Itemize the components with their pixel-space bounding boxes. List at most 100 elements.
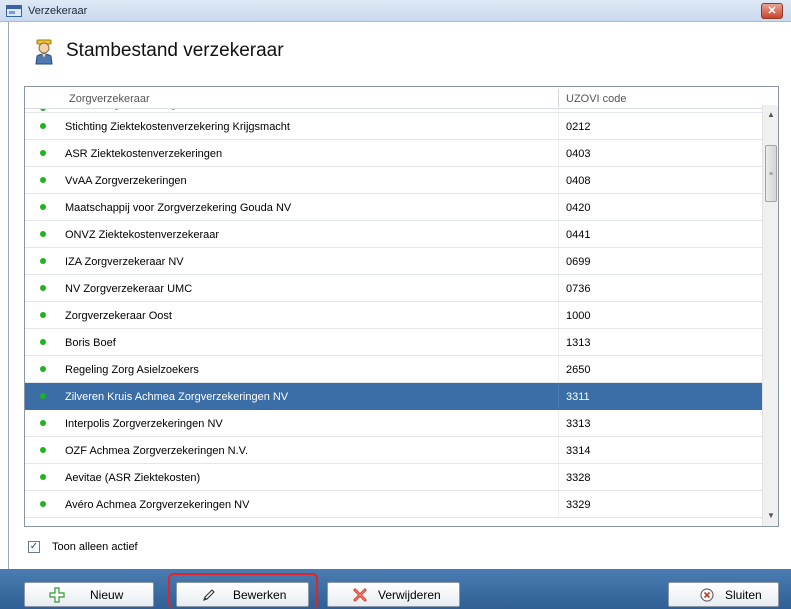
active-status-dot-icon (40, 393, 46, 399)
table-row[interactable]: OZF Achmea Zorgverzekeringen N.V. 3314 (25, 437, 762, 464)
active-status-dot-icon (40, 177, 46, 183)
active-status-dot-icon (40, 420, 46, 426)
insurer-name: OZF Achmea Zorgverzekeringen N.V. (65, 445, 249, 457)
active-status-dot-icon (40, 285, 46, 291)
grid-header: Zorgverzekeraar UZOVI code (25, 87, 762, 109)
table-row[interactable]: IZA Zorgverzekeraar NV 0699 (25, 248, 762, 275)
uzovi-code: 3313 (566, 418, 591, 430)
cell-separator (558, 194, 559, 220)
active-status-dot-icon (40, 312, 46, 318)
uzovi-code: 3314 (566, 445, 591, 457)
active-status-dot-icon (40, 501, 46, 507)
title-bar[interactable]: Verzekeraar ✕ (0, 0, 791, 22)
active-status-dot-icon (40, 231, 46, 237)
scroll-down-arrow-icon[interactable]: ▼ (763, 508, 778, 524)
active-status-dot-icon (40, 123, 46, 129)
insurer-name: VvAA Zorgverzekeringen (65, 175, 187, 187)
vertical-scrollbar[interactable]: ▲ ≡ ▼ (762, 105, 778, 526)
insurer-name: Boris Boef (65, 337, 116, 349)
table-row[interactable]: ASR Ziektekostenverzekeringen 0403 (25, 140, 762, 167)
table-row-selected[interactable]: Zilveren Kruis Achmea Zorgverzekeringen … (25, 383, 762, 410)
edit-button-highlight (168, 573, 318, 609)
table-row[interactable]: Avéro Achmea Zorgverzekeringen NV 3329 (25, 491, 762, 518)
insurer-name: ONVZ Ziektekostenverzekeraar (65, 229, 220, 241)
new-button[interactable]: Nieuw (24, 582, 154, 607)
uzovi-code: 3329 (566, 499, 591, 511)
insurer-name: IZA Zorgverzekeraar NV (65, 256, 184, 268)
uzovi-code: 0403 (566, 148, 591, 160)
uzovi-code: 0699 (566, 256, 591, 268)
cell-separator (558, 491, 559, 517)
cell-separator (558, 437, 559, 463)
table-row[interactable]: Zorgverzekeraar Oost 1000 (25, 302, 762, 329)
table-row[interactable]: Stichting Ziektekostenverzekering Krijgs… (25, 113, 762, 140)
table-row[interactable]: ONVZ Ziektekostenverzekeraar 0441 (25, 221, 762, 248)
delete-x-icon (353, 588, 367, 602)
cell-separator (558, 464, 559, 490)
window-title: Verzekeraar (28, 5, 88, 17)
active-status-dot-icon (40, 339, 46, 345)
cell-separator (558, 113, 559, 139)
uzovi-code: 0420 (566, 202, 591, 214)
active-status-dot-icon (40, 447, 46, 453)
user-avatar-icon (35, 39, 53, 65)
window-left-border (8, 22, 9, 609)
cell-separator (558, 410, 559, 436)
insurer-name: Avéro Achmea Zorgverzekeringen NV (65, 499, 250, 511)
button-bar: Nieuw Bewerken Verwijderen Sluiten (0, 569, 791, 609)
uzovi-code: 0441 (566, 229, 591, 241)
active-status-dot-icon (40, 474, 46, 480)
grip-icon: ≡ (769, 171, 774, 178)
uzovi-code: 1313 (566, 337, 591, 349)
insurer-name: Zilveren Kruis Achmea Zorgverzekeringen … (65, 391, 289, 403)
delete-button[interactable]: Verwijderen (327, 582, 460, 607)
scroll-up-arrow-icon[interactable]: ▲ (763, 107, 778, 123)
active-status-dot-icon (40, 150, 46, 156)
cell-separator (558, 383, 559, 409)
active-status-dot-icon (40, 366, 46, 372)
table-row[interactable]: Regeling Zorg Asielzoekers 2650 (25, 356, 762, 383)
cell-separator (558, 275, 559, 301)
window-close-button[interactable]: ✕ (761, 3, 783, 19)
close-circle-icon (700, 588, 714, 602)
column-header-code[interactable]: UZOVI code (566, 93, 627, 105)
table-row[interactable]: Aevitae (ASR Ziektekosten) 3328 (25, 464, 762, 491)
insurer-name: ASR Ziektekostenverzekeringen (65, 148, 223, 160)
uzovi-code: 1000 (566, 310, 591, 322)
insurer-name: Stichting Ziektekostenverzekering Krijgs… (65, 121, 290, 133)
page-title: Stambestand verzekeraar (66, 40, 284, 61)
insurer-name: Regeling Zorg Asielzoekers (65, 364, 199, 376)
cell-separator (558, 356, 559, 382)
table-row[interactable]: VvAA Zorgverzekeringen 0408 (25, 167, 762, 194)
uzovi-code: 3328 (566, 472, 591, 484)
column-header-name[interactable]: Zorgverzekeraar (69, 93, 150, 105)
table-row[interactable]: Maatschappij voor Zorgverzekering Gouda … (25, 194, 762, 221)
uzovi-code: 0736 (566, 283, 591, 295)
table-row[interactable]: NV Zorgverzekeraar UMC 0736 (25, 275, 762, 302)
close-button-label: Sluiten (725, 588, 762, 602)
uzovi-code: 0408 (566, 175, 591, 187)
delete-button-label: Verwijderen (378, 588, 441, 602)
cell-separator (558, 329, 559, 355)
active-filter-checkbox[interactable]: ✓ (28, 541, 40, 553)
table-row[interactable]: Interpolis Zorgverzekeringen NV 3313 (25, 410, 762, 437)
insurer-name: Zorgverzekeraar Oost (65, 310, 172, 322)
cell-separator (558, 302, 559, 328)
main-window: Verzekeraar ✕ Stambestand verzekeraar FB… (0, 0, 791, 609)
scroll-thumb[interactable]: ≡ (765, 145, 777, 202)
app-window-icon (6, 5, 22, 17)
active-filter-label[interactable]: Toon alleen actief (52, 541, 138, 553)
uzovi-code: 2650 (566, 364, 591, 376)
table-row[interactable]: Boris Boef 1313 (25, 329, 762, 356)
cell-separator (558, 221, 559, 247)
active-status-dot-icon (40, 258, 46, 264)
insurer-name: NV Zorgverzekeraar UMC (65, 283, 193, 295)
cell-separator (558, 248, 559, 274)
plus-icon (49, 587, 65, 603)
active-status-dot-icon (40, 204, 46, 210)
uzovi-code: 0212 (566, 121, 591, 133)
grid-rows[interactable]: FBTO Zorgverzekeringen N.V.0211Stichting… (25, 105, 762, 526)
insurer-grid: FBTO Zorgverzekeringen N.V.0211Stichting… (24, 86, 779, 527)
column-separator (558, 89, 559, 107)
close-button[interactable]: Sluiten (668, 582, 779, 607)
